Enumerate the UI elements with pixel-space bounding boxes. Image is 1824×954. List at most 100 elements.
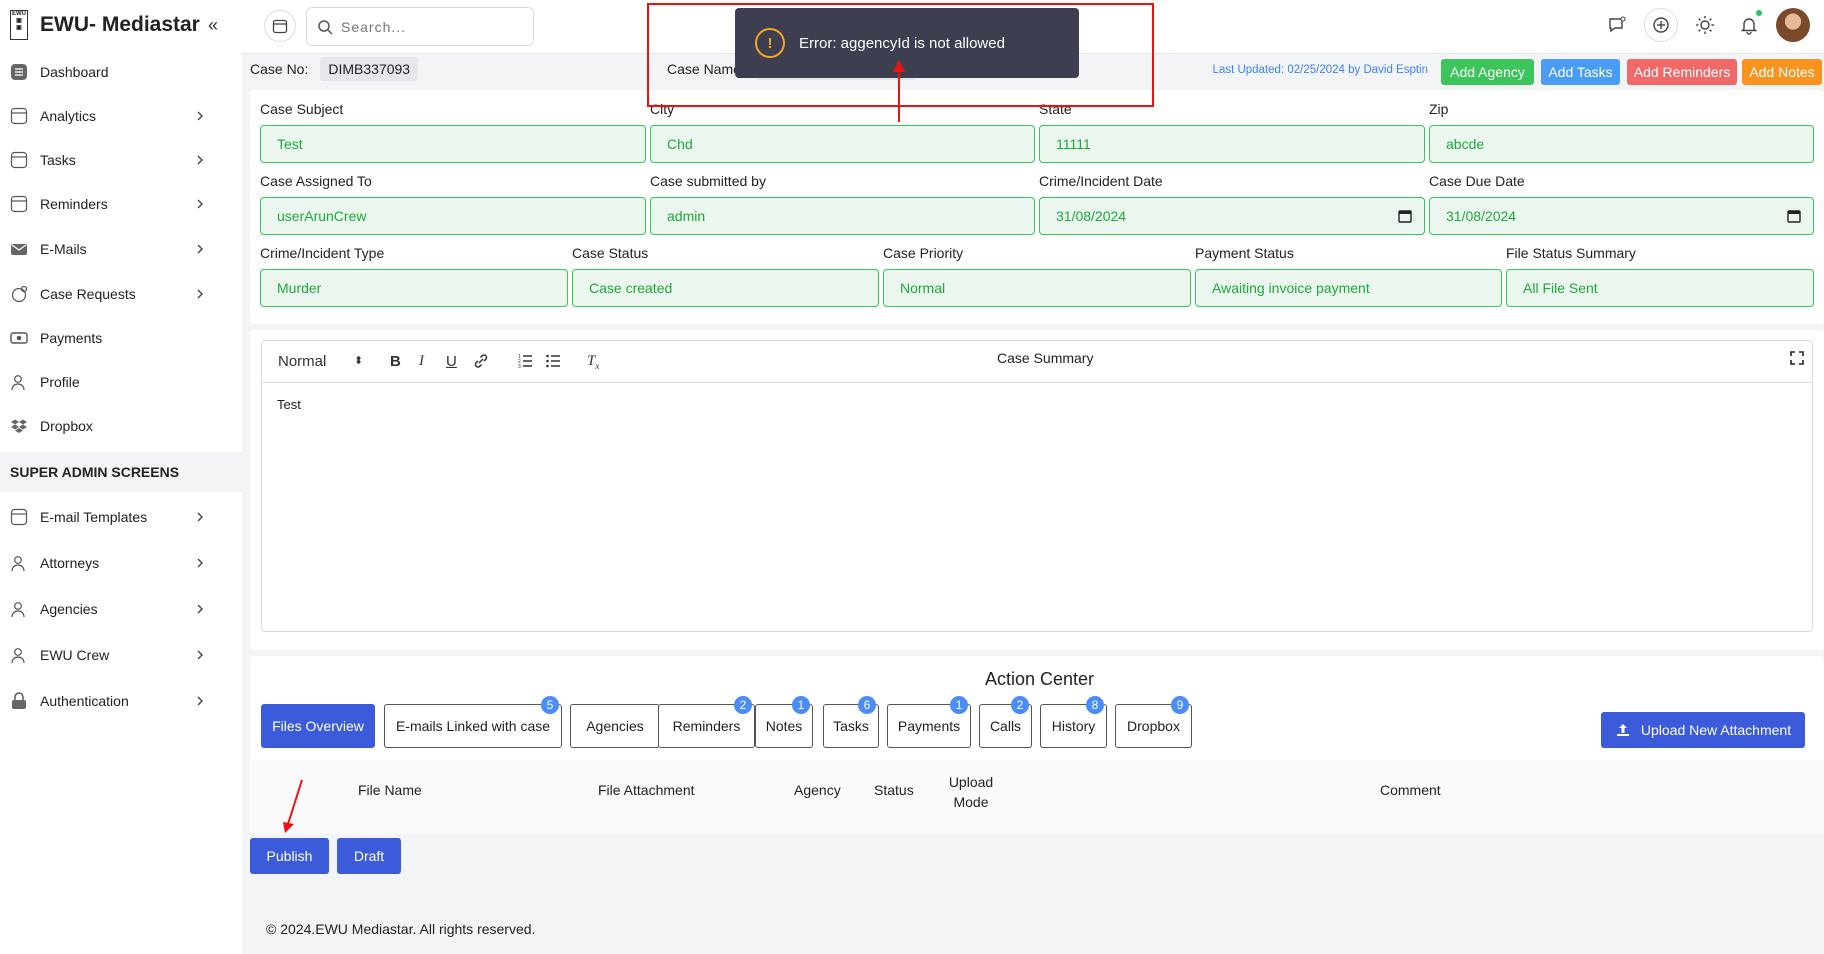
tab-agencies[interactable]: Agencies	[570, 704, 660, 748]
fullscreen-icon[interactable]	[1790, 351, 1804, 369]
case-status-field[interactable]: Case created	[572, 269, 879, 307]
file-status-field[interactable]: All File Sent	[1506, 269, 1814, 307]
tab-payments[interactable]: Payments 1	[887, 696, 971, 748]
case-no-value: DIMB337093	[320, 57, 419, 81]
collapse-sidebar-icon[interactable]: «	[208, 15, 218, 36]
column-header: Comment	[1380, 782, 1441, 798]
theme-sun-icon[interactable]	[1688, 8, 1722, 42]
notification-bell-icon[interactable]	[1732, 8, 1766, 42]
tab-files-overview[interactable]: Files Overview	[261, 704, 375, 748]
add-tasks-button[interactable]: Add Tasks	[1541, 59, 1620, 85]
chevron-right-icon	[196, 196, 204, 212]
search-input[interactable]	[341, 18, 521, 35]
case-priority-field[interactable]: Normal	[883, 269, 1191, 307]
brand-title: EWU- Mediastar	[40, 13, 200, 36]
bold-icon[interactable]: B	[390, 353, 401, 370]
count-badge: 2	[734, 696, 752, 714]
templates-icon	[10, 508, 28, 526]
tab-e-mails-linked-with-case[interactable]: E-mails Linked with case 5	[384, 696, 562, 748]
zip-field[interactable]: abcde	[1429, 125, 1814, 163]
format-select[interactable]: Normal	[278, 353, 326, 370]
add-agency-button[interactable]: Add Agency	[1441, 59, 1534, 85]
upload-attachment-label: Upload New Attachment	[1640, 722, 1792, 738]
editor-content[interactable]: Test	[262, 383, 1812, 426]
sidebar-item-authentication[interactable]: Authentication	[0, 678, 242, 724]
case-requests-icon	[10, 285, 28, 303]
reminders-icon	[10, 195, 28, 213]
sidebar-item-dropbox[interactable]: Dropbox	[0, 404, 242, 448]
sidebar-item-analytics[interactable]: Analytics	[0, 94, 242, 138]
submitted-by-field[interactable]: admin	[650, 197, 1035, 235]
sidebar-item-reminders[interactable]: Reminders	[0, 182, 242, 226]
case-summary-editor[interactable]: Normal ⬍ B I U 123 Tx Case Summary Test	[261, 340, 1813, 632]
sidebar-item-profile[interactable]: Profile	[0, 360, 242, 404]
attorneys-icon	[10, 554, 28, 572]
sidebar-item-ewu-crew[interactable]: EWU Crew	[0, 632, 242, 678]
lock-icon	[10, 692, 28, 710]
bullet-list-icon[interactable]	[545, 353, 561, 373]
draft-button[interactable]: Draft	[337, 838, 401, 874]
sidebar-item-label: Tasks	[40, 152, 76, 168]
avatar[interactable]	[1776, 8, 1810, 42]
tab-dropbox[interactable]: Dropbox 9	[1115, 696, 1192, 748]
link-icon[interactable]	[473, 353, 489, 373]
incident-date-field[interactable]: 31/08/2024	[1039, 197, 1425, 235]
add-reminders-button[interactable]: Add Reminders	[1627, 59, 1737, 85]
payment-status-field[interactable]: Awaiting invoice payment	[1195, 269, 1502, 307]
publish-button[interactable]: Publish	[250, 838, 329, 874]
case-priority-label: Case Priority	[883, 245, 964, 261]
chat-icon[interactable]	[1600, 8, 1634, 42]
tab-history[interactable]: History 8	[1040, 696, 1107, 748]
chevron-right-icon	[196, 108, 204, 124]
brand: EWU ▣ ▣ EWU- Mediastar «	[0, 0, 242, 50]
sidebar-item-e-mails[interactable]: E-Mails	[0, 226, 242, 272]
add-notes-button[interactable]: Add Notes	[1742, 59, 1822, 85]
warning-icon: !	[755, 28, 785, 58]
sidebar-item-agencies[interactable]: Agencies	[0, 586, 242, 632]
calendar-icon[interactable]	[264, 10, 296, 42]
column-header: Status	[874, 782, 914, 798]
underline-icon[interactable]: U	[446, 353, 457, 370]
case-subject-field[interactable]: Test	[260, 125, 646, 163]
column-header: File Name	[358, 782, 422, 798]
calendar-icon[interactable]	[1398, 209, 1412, 223]
state-field[interactable]: 11111	[1039, 125, 1425, 163]
tab-label: Calls	[989, 718, 1022, 734]
sidebar-item-tasks[interactable]: Tasks	[0, 138, 242, 182]
ordered-list-icon[interactable]: 123	[517, 353, 533, 373]
sidebar-item-label: Agencies	[40, 601, 98, 617]
due-date-field[interactable]: 31/08/2024	[1429, 197, 1814, 235]
chevron-right-icon	[196, 601, 204, 617]
tab-label: Reminders	[672, 718, 741, 734]
tab-tasks[interactable]: Tasks 6	[823, 696, 879, 748]
super-admin-section-title: SUPER ADMIN SCREENS	[0, 452, 242, 492]
payments-icon	[10, 329, 28, 347]
incident-type-field[interactable]: Murder	[260, 269, 568, 307]
sidebar-item-dashboard[interactable]: Dashboard	[0, 50, 242, 94]
sidebar-item-payments[interactable]: Payments	[0, 316, 242, 360]
italic-icon[interactable]: I	[419, 353, 424, 370]
search-box[interactable]	[306, 7, 534, 46]
assigned-to-field[interactable]: userArunCrew	[260, 197, 646, 235]
profile-icon	[10, 373, 28, 391]
format-select-chevron-icon[interactable]: ⬍	[354, 354, 363, 367]
chevron-right-icon	[196, 509, 204, 525]
tab-label: E-mails Linked with case	[395, 718, 551, 734]
tab-calls[interactable]: Calls 2	[979, 696, 1032, 748]
tab-label: Payments	[897, 718, 961, 734]
sidebar-item-case-requests[interactable]: Case Requests	[0, 272, 242, 316]
sidebar-item-label: Case Requests	[40, 286, 136, 302]
tab-reminders[interactable]: Reminders 2	[658, 696, 755, 748]
calendar-icon[interactable]	[1787, 209, 1801, 223]
add-icon[interactable]	[1644, 8, 1678, 42]
city-field[interactable]: Chd	[650, 125, 1035, 163]
search-icon	[318, 19, 333, 35]
due-date-label: Case Due Date	[1429, 173, 1525, 189]
tab-notes[interactable]: Notes 1	[755, 696, 813, 748]
upload-attachment-button[interactable]: Upload New Attachment	[1601, 712, 1805, 748]
sidebar-item-e-mail-templates[interactable]: E-mail Templates	[0, 494, 242, 540]
incident-type-label: Crime/Incident Type	[260, 245, 385, 261]
clear-format-icon[interactable]: Tx	[587, 353, 599, 371]
sidebar-item-label: Authentication	[40, 693, 129, 709]
sidebar-item-attorneys[interactable]: Attorneys	[0, 540, 242, 586]
